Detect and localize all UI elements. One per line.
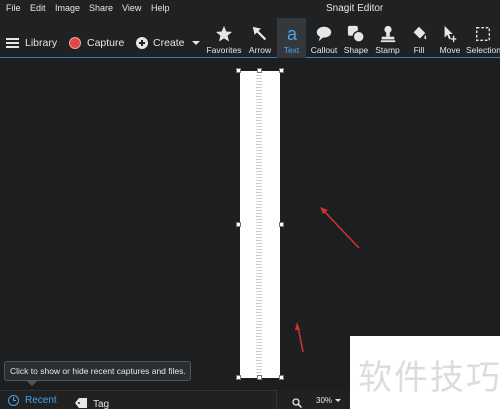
recent-tooltip: Click to show or hide recent captures an… [4, 361, 191, 381]
tooltip-pointer [26, 380, 38, 386]
tag-icon [75, 395, 87, 409]
annotation-arrow-icon [320, 207, 360, 249]
tooltip-text: Click to show or hide recent captures an… [10, 366, 186, 376]
chevron-down-icon[interactable] [335, 399, 341, 402]
clock-icon [8, 395, 19, 406]
zoom-control[interactable]: 30% [276, 390, 350, 409]
zoom-level[interactable]: 30% [316, 396, 332, 405]
tag-label: Tag [93, 398, 110, 409]
search-zoom-icon [292, 395, 303, 409]
annotation-arrow-icon [295, 322, 304, 353]
recent-label: Recent [25, 395, 57, 406]
watermark-box: 软件技巧 [350, 336, 500, 409]
tag-button[interactable]: Tag [75, 395, 109, 409]
snagit-editor-window: File Edit Image Share View Help Snagit E… [0, 0, 500, 409]
watermark-text: 软件技巧 [358, 358, 500, 398]
recent-tray-bar: Recent Tag [0, 390, 276, 409]
recent-button[interactable]: Recent [8, 395, 57, 406]
